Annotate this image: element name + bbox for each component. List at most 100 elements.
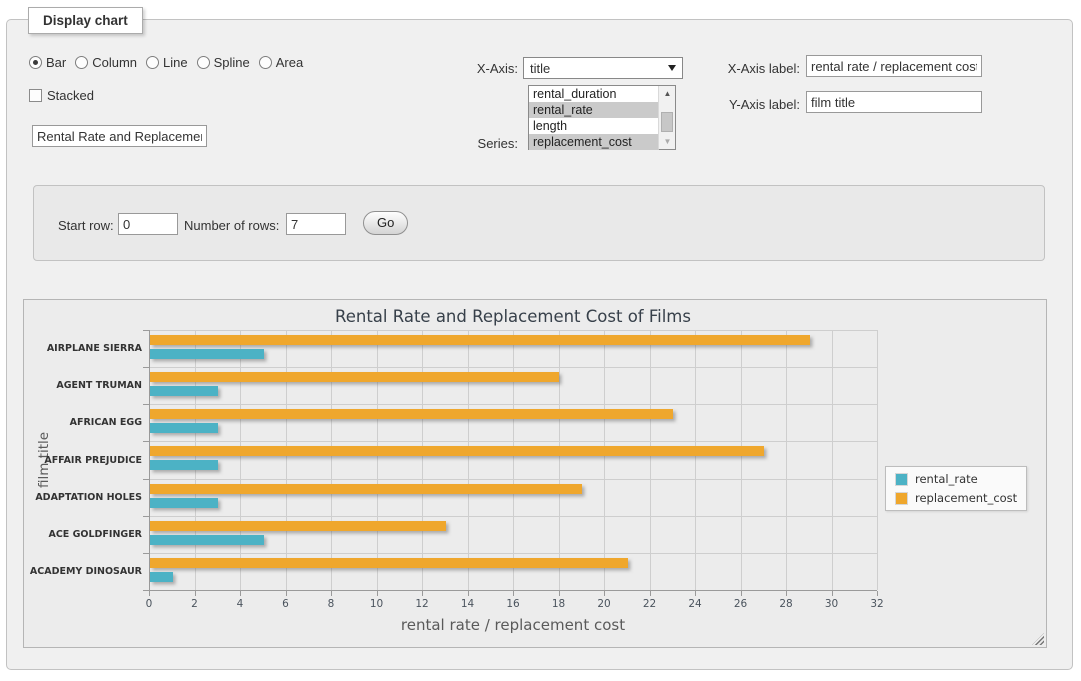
gridline [741, 330, 742, 590]
series-option[interactable]: rental_rate [529, 102, 659, 118]
checkbox-icon[interactable] [29, 89, 42, 102]
chart-bar-rental_rate[interactable] [150, 386, 218, 396]
x-tick-label: 30 [817, 598, 847, 610]
scrollbar-thumb[interactable] [661, 112, 673, 132]
gridline [650, 330, 651, 590]
chart-type-label: Line [163, 55, 188, 70]
category-label: AFRICAN EGG [29, 417, 142, 428]
x-tick-label: 28 [771, 598, 801, 610]
x-tick-label: 8 [316, 598, 346, 610]
x-axis-select[interactable]: title [523, 57, 683, 79]
listbox-scrollbar[interactable]: ▲ ▼ [658, 86, 675, 149]
x-axis-title: rental rate / replacement cost [149, 616, 877, 634]
x-tick-mark [877, 591, 878, 596]
gridline [149, 441, 877, 442]
chart-bar-replacement_cost[interactable] [150, 372, 559, 382]
chart-type-label: Bar [46, 55, 66, 70]
chart-bar-replacement_cost[interactable] [150, 446, 764, 456]
x-tick-mark [786, 591, 787, 596]
x-axis-selected-value: title [530, 61, 550, 76]
radio-icon[interactable] [197, 56, 210, 69]
x-axis-label-caption: X-Axis label: [706, 61, 800, 76]
scroll-down-icon[interactable]: ▼ [660, 134, 675, 149]
chart-type-option[interactable]: Area [259, 55, 303, 70]
category-label: ACE GOLDFINGER [29, 529, 142, 540]
y-axis-label-input[interactable] [806, 91, 982, 113]
x-axis-label-input[interactable] [806, 55, 982, 77]
num-rows-label: Number of rows: [184, 218, 279, 233]
chart-bar-rental_rate[interactable] [150, 535, 264, 545]
go-button[interactable]: Go [363, 211, 408, 235]
start-row-input[interactable] [118, 213, 178, 235]
x-tick-mark [832, 591, 833, 596]
x-tick-mark [695, 591, 696, 596]
legend-item[interactable]: replacement_cost [895, 491, 1017, 505]
chart-type-option[interactable]: Column [75, 55, 137, 70]
x-tick-label: 10 [362, 598, 392, 610]
category-label: ADAPTATION HOLES [29, 492, 142, 503]
chart-bar-replacement_cost[interactable] [150, 484, 582, 494]
category-label: AGENT TRUMAN [29, 380, 142, 391]
chevron-down-icon [668, 65, 676, 71]
series-listbox[interactable]: rental_duration rental_rate length repla… [528, 85, 676, 150]
x-tick-mark [513, 591, 514, 596]
x-tick-label: 24 [680, 598, 710, 610]
x-tick-mark [240, 591, 241, 596]
chart-bar-rental_rate[interactable] [150, 498, 218, 508]
chart-type-option[interactable]: Line [146, 55, 188, 70]
x-tick-label: 6 [271, 598, 301, 610]
gridline [877, 330, 878, 590]
x-tick-mark [286, 591, 287, 596]
stacked-option[interactable]: Stacked [29, 88, 94, 103]
chart-legend: rental_rate replacement_cost [885, 466, 1027, 511]
scroll-up-icon[interactable]: ▲ [660, 86, 675, 101]
radio-icon[interactable] [259, 56, 272, 69]
chart-container: Rental Rate and Replacement Cost of Film… [23, 299, 1047, 648]
chart-bar-rental_rate[interactable] [150, 572, 173, 582]
x-tick-label: 16 [498, 598, 528, 610]
chart-bar-replacement_cost[interactable] [150, 521, 446, 531]
chart-type-label: Area [276, 55, 303, 70]
category-label: AFFAIR PREJUDICE [29, 455, 142, 466]
x-tick-mark [331, 591, 332, 596]
x-tick-label: 22 [635, 598, 665, 610]
gridline [468, 330, 469, 590]
chart-bar-replacement_cost[interactable] [150, 558, 628, 568]
x-tick-label: 18 [544, 598, 574, 610]
chart-bar-rental_rate[interactable] [150, 460, 218, 470]
gridline [331, 330, 332, 590]
radio-icon[interactable] [29, 56, 42, 69]
chart-title: Rental Rate and Replacement Cost of Film… [149, 307, 877, 326]
gridline [377, 330, 378, 590]
resize-handle-icon[interactable] [1032, 633, 1044, 645]
series-option[interactable]: length [529, 118, 659, 134]
num-rows-input[interactable] [286, 213, 346, 235]
gridline [149, 330, 877, 331]
radio-icon[interactable] [146, 56, 159, 69]
x-tick-mark [741, 591, 742, 596]
gridline [832, 330, 833, 590]
x-tick-label: 2 [180, 598, 210, 610]
chart-type-option[interactable]: Spline [197, 55, 250, 70]
chart-bar-rental_rate[interactable] [150, 423, 218, 433]
gridline [149, 367, 877, 368]
chart-canvas: Rental Rate and Replacement Cost of Film… [24, 300, 1046, 647]
chart-type-option[interactable]: Bar [29, 55, 66, 70]
chart-bar-rental_rate[interactable] [150, 349, 264, 359]
gridline [149, 479, 877, 480]
chart-bar-replacement_cost[interactable] [150, 335, 810, 345]
series-option[interactable]: replacement_cost [529, 134, 659, 150]
page: Display chart Bar Column Line Spline Are… [0, 0, 1081, 681]
category-label: ACADEMY DINOSAUR [29, 566, 142, 577]
gridline [559, 330, 560, 590]
gridline [604, 330, 605, 590]
chart-title-input[interactable] [32, 125, 207, 147]
x-tick-label: 32 [862, 598, 892, 610]
x-tick-label: 20 [589, 598, 619, 610]
y-axis-label-caption: Y-Axis label: [706, 97, 800, 112]
chart-bar-replacement_cost[interactable] [150, 409, 673, 419]
legend-item[interactable]: rental_rate [895, 472, 1017, 486]
x-tick-mark [468, 591, 469, 596]
series-option[interactable]: rental_duration [529, 86, 659, 102]
radio-icon[interactable] [75, 56, 88, 69]
